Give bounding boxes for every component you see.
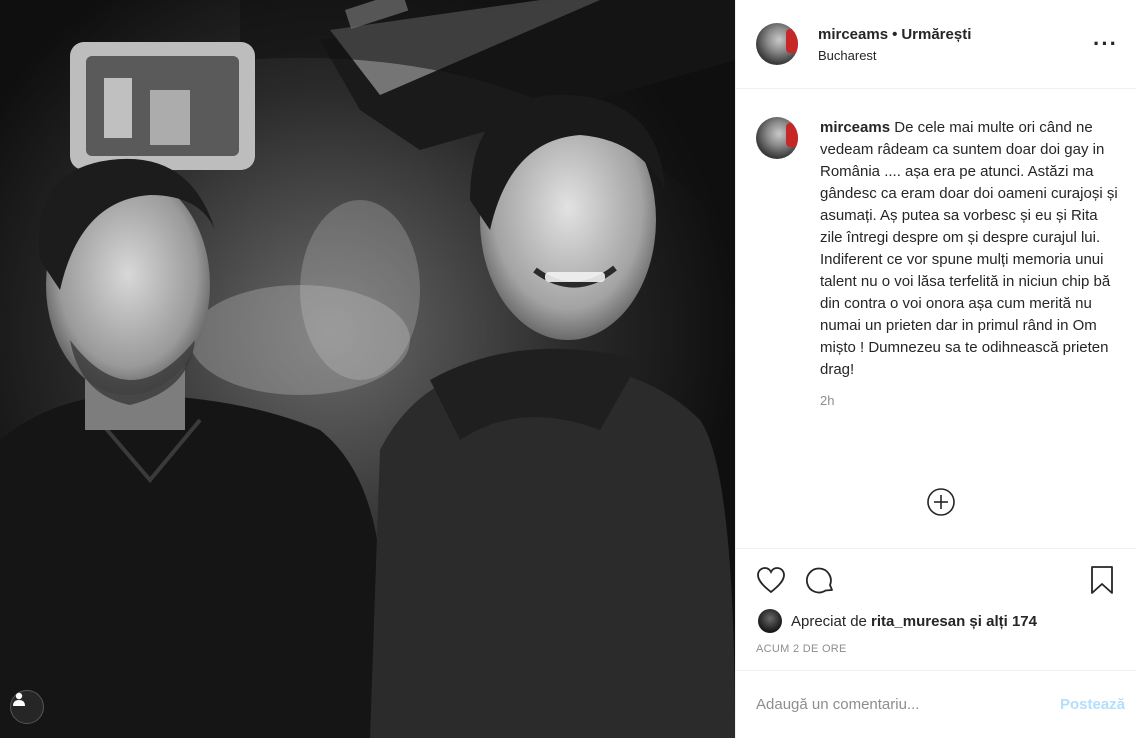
load-more-comments-button[interactable]: [926, 487, 956, 517]
save-button[interactable]: [1085, 563, 1119, 597]
likes-summary: Apreciat de rita_muresan și alți 174: [754, 609, 1119, 633]
post-photo[interactable]: [0, 0, 735, 738]
post-time-ago[interactable]: ACUM 2 DE ORE: [756, 643, 1119, 655]
caption-username[interactable]: mirceams: [820, 119, 890, 136]
more-options-icon[interactable]: ···: [1093, 33, 1118, 55]
comment-button[interactable]: [804, 563, 838, 597]
post-location[interactable]: Bucharest: [818, 48, 1093, 63]
post-actions: Apreciat de rita_muresan și alți 174 ACU…: [736, 548, 1136, 655]
plus-circle-icon: [927, 488, 955, 516]
separator-dot: •: [892, 25, 898, 43]
post-comment-button[interactable]: Postează: [1060, 696, 1125, 713]
author-username[interactable]: mirceams: [818, 26, 888, 43]
caption-body: De cele mai multe ori când ne vedeam râd…: [820, 119, 1118, 378]
comments-section: mirceams De cele mai multe ori când ne v…: [736, 89, 1136, 547]
comment-icon: [806, 567, 833, 594]
caption-text: mirceams De cele mai multe ori când ne v…: [820, 117, 1118, 381]
likes-text[interactable]: Apreciat de rita_muresan și alți 174: [791, 613, 1037, 630]
follow-status[interactable]: Urmărești: [901, 26, 971, 43]
liker-avatar[interactable]: [758, 609, 782, 633]
user-tag-button[interactable]: [10, 690, 44, 724]
caption-timestamp[interactable]: 2h: [820, 393, 1118, 408]
post-side-panel: mirceams • Urmărești Bucharest ··· mirceam…: [735, 0, 1136, 738]
author-avatar[interactable]: [756, 23, 798, 65]
likes-suffix[interactable]: și alți 174: [965, 613, 1037, 630]
likes-prefix: Apreciat de: [791, 612, 872, 630]
bookmark-icon: [1091, 566, 1113, 594]
caption-row: mirceams De cele mai multe ori când ne v…: [756, 117, 1118, 381]
photo-illustration: [0, 0, 735, 738]
author-line: mirceams • Urmărești: [818, 26, 1093, 43]
like-button[interactable]: [754, 563, 788, 597]
liker-username[interactable]: rita_muresan: [871, 613, 965, 630]
comment-input[interactable]: [756, 696, 1060, 713]
author-info: mirceams • Urmărești Bucharest: [818, 26, 1093, 63]
user-tag-icon: [13, 692, 25, 706]
heart-icon: [757, 567, 785, 594]
post-header: mirceams • Urmărești Bucharest ···: [736, 0, 1136, 89]
add-comment-box: Postează: [736, 670, 1136, 738]
action-icons: [754, 563, 1119, 597]
caption-author-avatar[interactable]: [756, 117, 798, 159]
